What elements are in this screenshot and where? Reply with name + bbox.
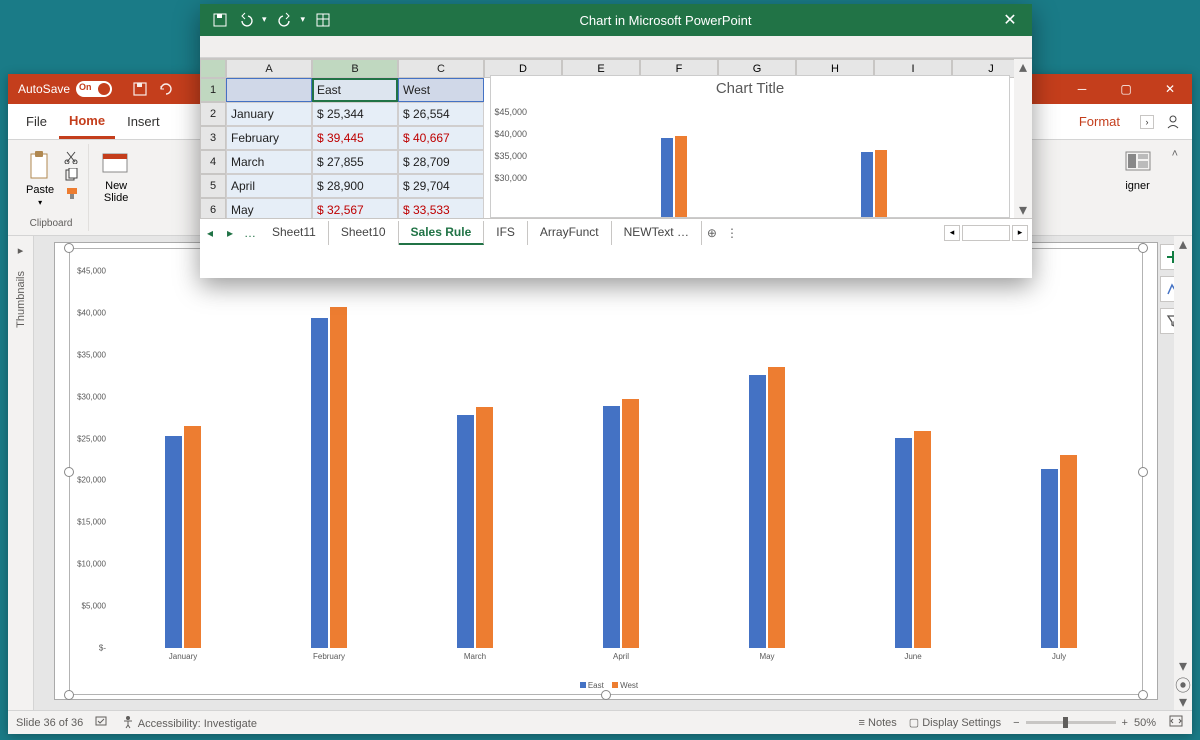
save-icon[interactable] xyxy=(132,81,148,97)
expand-thumbnails-icon[interactable]: ▸ xyxy=(18,244,24,257)
resize-handle[interactable] xyxy=(64,467,74,477)
cut-icon[interactable] xyxy=(64,150,80,164)
mini-chart-title: Chart Title xyxy=(491,76,1009,101)
designer-group: igner xyxy=(1112,144,1164,231)
resize-handle[interactable] xyxy=(601,690,611,700)
zoom-slider[interactable] xyxy=(1026,721,1116,724)
excel-titlebar[interactable]: ▾ ▾ Chart in Microsoft PowerPoint ✕ xyxy=(200,4,1032,36)
excel-close-button[interactable]: ✕ xyxy=(988,10,1032,30)
refresh-icon[interactable] xyxy=(158,81,174,97)
sheet-tab[interactable]: Sheet10 xyxy=(329,221,399,245)
sheet-tabs: ◂ ▸ … Sheet11Sheet10Sales RuleIFSArrayFu… xyxy=(200,218,1032,246)
status-bar: Slide 36 of 36 Accessibility: Investigat… xyxy=(8,710,1192,734)
spellcheck-icon[interactable] xyxy=(95,714,109,731)
collapse-ribbon-button[interactable]: ˄ xyxy=(1164,144,1186,231)
vertical-scrollbar[interactable]: ▴ ▾ ⦿ ▾ xyxy=(1174,236,1192,710)
sheet-nav-prev[interactable]: ▸ xyxy=(220,226,240,240)
excel-body: ABC1EastWest2January$ 25,344$ 26,5543Feb… xyxy=(200,58,1032,218)
sheet-tab[interactable]: ArrayFunct xyxy=(528,221,612,245)
resize-handle[interactable] xyxy=(1138,243,1148,253)
slide-workspace: ▸ Thumbnails Chart Title $-$5,000$10,000… xyxy=(8,236,1192,710)
clipboard-label: Clipboard xyxy=(30,218,73,231)
resize-handle[interactable] xyxy=(1138,690,1148,700)
minimize-button[interactable]: ─ xyxy=(1060,82,1104,96)
display-settings-button[interactable]: ▢ Display Settings xyxy=(909,716,1001,729)
scroll-up-icon[interactable]: ▴ xyxy=(1174,236,1192,252)
sheet-tab[interactable]: Sales Rule xyxy=(399,221,485,245)
chart-plot-area[interactable]: $-$5,000$10,000$15,000$20,000$25,000$30,… xyxy=(110,271,1132,648)
zoom-out-icon[interactable]: − xyxy=(1013,717,1019,729)
tab-format[interactable]: Format xyxy=(1069,106,1130,137)
zoom-control[interactable]: − + 50% xyxy=(1013,717,1156,729)
fit-slide-icon[interactable] xyxy=(1168,713,1184,732)
slide-counter: Slide 36 of 36 xyxy=(16,717,83,729)
excel-data-window: ▾ ▾ Chart in Microsoft PowerPoint ✕ ABC1… xyxy=(200,4,1032,278)
maximize-button[interactable]: ▢ xyxy=(1104,82,1148,96)
accessibility-status[interactable]: Accessibility: Investigate xyxy=(121,715,257,730)
resize-handle[interactable] xyxy=(64,243,74,253)
add-sheet-button[interactable]: ⊕ xyxy=(702,226,722,240)
share-icon[interactable] xyxy=(1164,113,1184,131)
designer-button[interactable]: igner xyxy=(1120,148,1156,194)
next-slide-icon[interactable]: ▾ xyxy=(1174,694,1192,710)
clipboard-group: Paste ▾ Clipboard xyxy=(14,144,89,231)
thumbnails-label: Thumbnails xyxy=(15,271,27,328)
excel-title: Chart in Microsoft PowerPoint xyxy=(343,13,988,28)
resize-handle[interactable] xyxy=(64,690,74,700)
slide-canvas[interactable]: Chart Title $-$5,000$10,000$15,000$20,00… xyxy=(54,242,1158,700)
slides-group: New Slide xyxy=(89,144,143,231)
new-slide-button[interactable]: New Slide xyxy=(97,148,135,206)
notes-button[interactable]: ≡ Notes xyxy=(859,717,897,729)
autosave-switch[interactable] xyxy=(76,81,112,97)
sheet-options-icon[interactable]: ⋮ xyxy=(722,226,742,240)
excel-ribbon-strip xyxy=(200,36,1032,58)
tab-insert[interactable]: Insert xyxy=(117,106,170,137)
tab-file[interactable]: File xyxy=(16,106,57,137)
save-icon[interactable] xyxy=(212,12,228,28)
format-painter-icon[interactable] xyxy=(64,186,80,200)
legend-east: East xyxy=(588,681,604,690)
chart-object[interactable]: Chart Title $-$5,000$10,000$15,000$20,00… xyxy=(69,248,1143,695)
sheet-nav-first[interactable]: ◂ xyxy=(200,226,220,240)
new-slide-label: New Slide xyxy=(104,180,128,204)
legend-west: West xyxy=(620,681,638,690)
sheet-nav-more[interactable]: … xyxy=(240,226,260,240)
resize-handle[interactable] xyxy=(1138,467,1148,477)
undo-icon[interactable] xyxy=(238,12,256,28)
sheet-tab[interactable]: NEWText … xyxy=(612,221,702,245)
thumbnails-pane[interactable]: ▸ Thumbnails xyxy=(8,236,34,710)
redo-icon[interactable] xyxy=(277,12,295,28)
autosave-toggle[interactable]: AutoSave xyxy=(8,81,122,97)
copy-icon[interactable] xyxy=(64,168,80,182)
worksheet-extended: DEFGHIJ Chart Title $45,000$40,000$35,00… xyxy=(484,59,1032,218)
sheet-tab[interactable]: Sheet11 xyxy=(260,221,329,245)
prev-slide-icon[interactable]: ⦿ xyxy=(1174,674,1192,694)
worksheet-grid[interactable]: ABC1EastWest2January$ 25,344$ 26,5543Feb… xyxy=(200,59,484,218)
tab-home[interactable]: Home xyxy=(59,105,115,139)
autosave-label: AutoSave xyxy=(18,82,70,96)
paste-button[interactable]: Paste ▾ xyxy=(22,148,58,209)
paste-label: Paste xyxy=(26,184,54,196)
chart-legend[interactable]: East West xyxy=(70,681,1142,690)
close-button[interactable]: ✕ xyxy=(1148,82,1192,96)
sheet-tab[interactable]: IFS xyxy=(484,221,528,245)
zoom-in-icon[interactable]: + xyxy=(1122,717,1128,729)
excel-hscroll[interactable]: ◂▸ xyxy=(742,225,1032,241)
embedded-mini-chart[interactable]: Chart Title $45,000$40,000$35,000$30,000 xyxy=(490,75,1010,218)
zoom-level: 50% xyxy=(1134,717,1156,729)
designer-label: igner xyxy=(1125,180,1149,192)
ribbon-options-button[interactable]: › xyxy=(1140,115,1154,129)
table-icon[interactable] xyxy=(315,12,331,28)
excel-vscroll[interactable]: ▴▾ xyxy=(1014,59,1032,218)
